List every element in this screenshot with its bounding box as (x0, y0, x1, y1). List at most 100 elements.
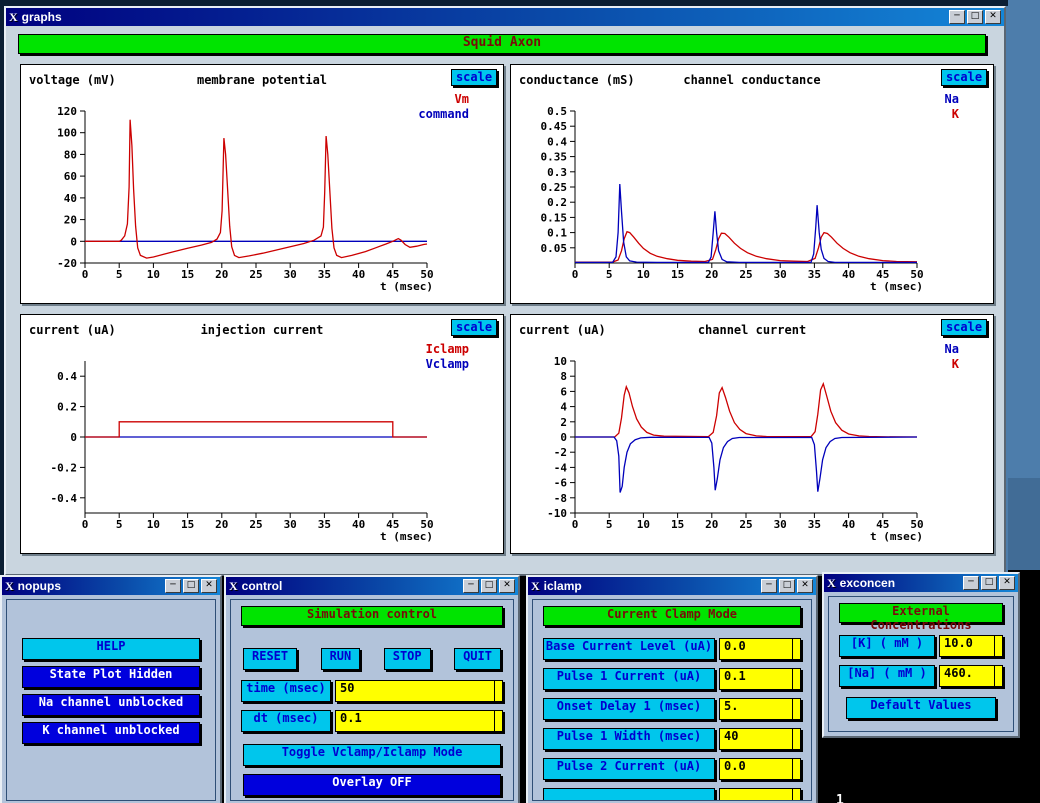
control-titlebar[interactable]: X control ─ □ ✕ (226, 577, 518, 595)
partial-row (543, 788, 801, 801)
legend-entry: Na (945, 342, 959, 357)
time-label-button[interactable]: time (msec) (241, 680, 331, 702)
window-controls: ─ □ ✕ (947, 10, 1001, 24)
maximize-button[interactable]: □ (981, 576, 997, 590)
chart-title: membrane potential (141, 73, 383, 87)
close-button[interactable]: ✕ (797, 579, 813, 593)
legend-entry: Vclamp (426, 357, 469, 372)
svg-text:40: 40 (64, 192, 77, 205)
minimize-button[interactable]: ─ (761, 579, 777, 593)
minimize-button[interactable]: ─ (165, 579, 181, 593)
window-graphs: X graphs ─ □ ✕ Squid Axon -2002040608010… (4, 6, 1006, 576)
dt-input[interactable]: 0.1 (335, 710, 503, 732)
svg-text:0.4: 0.4 (57, 370, 77, 383)
onset-delay1-label-button[interactable]: Onset Delay 1 (msec) (543, 698, 715, 720)
pulse2-current-label-button[interactable]: Pulse 2 Current (uA) (543, 758, 715, 780)
scale-button[interactable]: scale (941, 69, 987, 86)
pulse1-current-label-button[interactable]: Pulse 1 Current (uA) (543, 668, 715, 690)
legend: Na K (945, 342, 959, 372)
k-concentration-row: [K] ( mM ) 10.0 (839, 635, 1003, 657)
close-button[interactable]: ✕ (499, 579, 515, 593)
y-axis-label: voltage (mV) (29, 73, 116, 87)
na-concentration-input[interactable]: 460. (939, 665, 1003, 687)
run-button[interactable]: RUN (321, 648, 361, 670)
window-nopups: X nopups ─ □ ✕ HELP State Plot Hidden Na… (0, 575, 222, 803)
overlay-button[interactable]: Overlay OFF (243, 774, 501, 796)
quit-button[interactable]: QUIT (454, 648, 501, 670)
scale-button[interactable]: scale (451, 69, 497, 86)
reset-button[interactable]: RESET (243, 648, 297, 670)
legend-entry: Vm (418, 92, 469, 107)
svg-text:25: 25 (739, 518, 752, 531)
svg-text:0.45: 0.45 (541, 120, 568, 133)
state-plot-button[interactable]: State Plot Hidden (22, 666, 200, 688)
svg-text:35: 35 (808, 518, 821, 531)
svg-text:20: 20 (215, 518, 228, 531)
svg-text:0.4: 0.4 (547, 135, 567, 148)
svg-text:-10: -10 (547, 507, 567, 520)
default-values-button[interactable]: Default Values (846, 697, 996, 719)
na-concentration-label-button[interactable]: [Na] ( mM ) (839, 665, 935, 687)
pulse2-current-input[interactable]: 0.0 (719, 758, 801, 780)
dt-label-button[interactable]: dt (msec) (241, 710, 331, 732)
pulse1-width-label-button[interactable]: Pulse 1 Width (msec) (543, 728, 715, 750)
svg-text:5: 5 (606, 268, 613, 281)
svg-text:t (msec): t (msec) (380, 530, 433, 543)
stop-button[interactable]: STOP (384, 648, 431, 670)
legend-entry: Na (945, 92, 959, 107)
graphs-titlebar[interactable]: X graphs ─ □ ✕ (6, 8, 1004, 26)
svg-text:0.3: 0.3 (547, 166, 567, 179)
svg-text:30: 30 (774, 268, 787, 281)
k-concentration-label-button[interactable]: [K] ( mM ) (839, 635, 935, 657)
minimize-button[interactable]: ─ (963, 576, 979, 590)
svg-text:t (msec): t (msec) (870, 280, 923, 293)
external-concentrations-header: External Concentrations (839, 603, 1003, 623)
minimize-button[interactable]: ─ (463, 579, 479, 593)
svg-text:20: 20 (705, 268, 718, 281)
close-button[interactable]: ✕ (985, 10, 1001, 24)
scale-button[interactable]: scale (941, 319, 987, 336)
exconcen-titlebar[interactable]: X exconcen ─ □ ✕ (824, 574, 1018, 592)
svg-text:15: 15 (671, 518, 684, 531)
base-current-input[interactable]: 0.0 (719, 638, 801, 660)
svg-text:4: 4 (560, 401, 567, 414)
maximize-button[interactable]: □ (779, 579, 795, 593)
toggle-clamp-mode-button[interactable]: Toggle Vclamp/Iclamp Mode (243, 744, 501, 766)
nopups-titlebar[interactable]: X nopups ─ □ ✕ (2, 577, 220, 595)
onset-delay1-input[interactable]: 5. (719, 698, 801, 720)
svg-text:8: 8 (560, 370, 567, 383)
close-button[interactable]: ✕ (201, 579, 217, 593)
iclamp-titlebar[interactable]: X iclamp ─ □ ✕ (528, 577, 816, 595)
svg-text:0: 0 (572, 518, 579, 531)
pulse1-current-input[interactable]: 0.1 (719, 668, 801, 690)
chart-title: channel current (631, 323, 873, 337)
terminal-line: 1 (836, 788, 946, 803)
svg-text:15: 15 (181, 518, 194, 531)
time-input[interactable]: 50 (335, 680, 503, 702)
pulse1-width-input[interactable]: 40 (719, 728, 801, 750)
base-current-label-button[interactable]: Base Current Level (uA) (543, 638, 715, 660)
window-title: iclamp (544, 579, 759, 593)
minimize-button[interactable]: ─ (949, 10, 965, 24)
k-concentration-input[interactable]: 10.0 (939, 635, 1003, 657)
pulse1-width-row: Pulse 1 Width (msec) 40 (543, 728, 801, 750)
svg-text:20: 20 (64, 214, 77, 227)
partial-input[interactable] (719, 788, 801, 801)
maximize-button[interactable]: □ (967, 10, 983, 24)
maximize-button[interactable]: □ (183, 579, 199, 593)
base-current-row: Base Current Level (uA) 0.0 (543, 638, 801, 660)
x-logo-icon: X (827, 576, 836, 591)
na-concentration-row: [Na] ( mM ) 460. (839, 665, 1003, 687)
svg-text:30: 30 (284, 268, 297, 281)
help-button[interactable]: HELP (22, 638, 200, 660)
partial-label-button[interactable] (543, 788, 715, 801)
k-channel-button[interactable]: K channel unblocked (22, 722, 200, 744)
svg-text:20: 20 (705, 518, 718, 531)
maximize-button[interactable]: □ (481, 579, 497, 593)
svg-text:40: 40 (842, 268, 855, 281)
close-button[interactable]: ✕ (999, 576, 1015, 590)
svg-text:0: 0 (70, 235, 77, 248)
scale-button[interactable]: scale (451, 319, 497, 336)
svg-text:0: 0 (560, 431, 567, 444)
na-channel-button[interactable]: Na channel unblocked (22, 694, 200, 716)
